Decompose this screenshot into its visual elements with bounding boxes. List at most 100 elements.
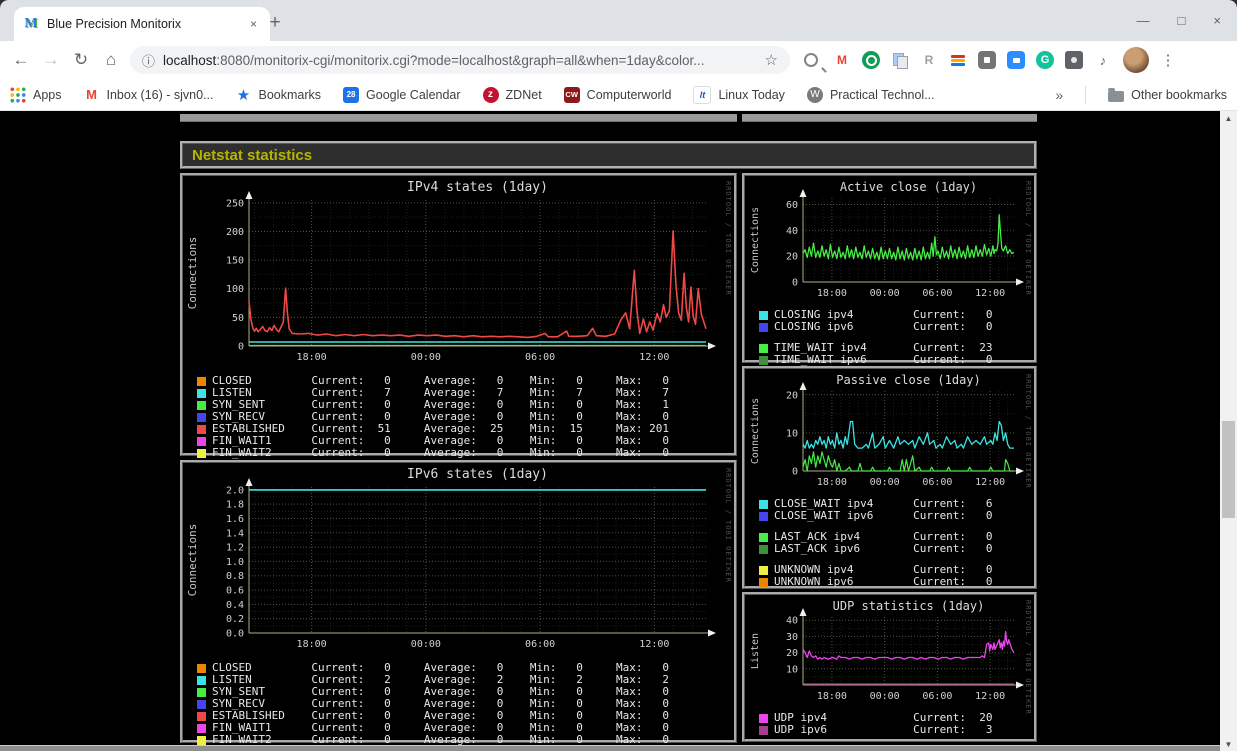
url-text[interactable]: localhost:8080/monitorix-cgi/monitorix.c… bbox=[163, 53, 757, 68]
legend-swatch bbox=[197, 675, 206, 685]
scroll-up-icon[interactable]: ▲ bbox=[1225, 114, 1233, 123]
rrdtool-watermark: RRDTOOL / TOBI OETIKER bbox=[724, 468, 732, 583]
legend-row: CLOSE_WAIT ipv6 Current: 0 bbox=[759, 510, 1034, 522]
grammarly-extension-icon[interactable]: G bbox=[1036, 51, 1054, 69]
browser-toolbar: ← → ↻ ⌂ ⓘ localhost:8080/monitorix-cgi/m… bbox=[0, 41, 1237, 79]
svg-text:0: 0 bbox=[792, 467, 798, 478]
search-extension-icon[interactable] bbox=[804, 51, 822, 69]
gmail-extension-icon[interactable]: M bbox=[833, 51, 851, 69]
library-extension-icon[interactable] bbox=[949, 51, 967, 69]
page-info-icon[interactable]: ⓘ bbox=[142, 51, 155, 70]
reader-extension-icon[interactable]: R bbox=[920, 51, 938, 69]
close-button[interactable]: × bbox=[1213, 13, 1221, 28]
chart-svg-ipv4: 0 50 100 150 200 250 18:00 00:00 06:00 12:00 IPv4 … bbox=[186, 180, 716, 363]
legend-swatch bbox=[197, 376, 206, 386]
next-section-box-edge bbox=[0, 745, 1220, 751]
minimize-button[interactable]: — bbox=[1137, 13, 1150, 28]
svg-text:Connections: Connections bbox=[750, 207, 761, 273]
chart-box-ipv4-states[interactable]: RRDTOOL / TOBI OETIKER 0 50 100 150 200 250 18… bbox=[180, 173, 737, 459]
bookmark-label: Practical Technol... bbox=[829, 87, 935, 102]
chart-legend: UDP ipv4 Current: 20 UDP ipv6 Current: 3 bbox=[747, 712, 1034, 736]
address-bar[interactable]: ⓘ localhost:8080/monitorix-cgi/monitorix… bbox=[130, 46, 790, 74]
scrollbar-thumb[interactable] bbox=[1222, 421, 1235, 518]
chart-svg-active: 0 20 40 60 18:00 00:00 06:00 12:00 Active close … bbox=[750, 180, 1024, 299]
svg-text:60: 60 bbox=[786, 200, 798, 211]
legend-swatch bbox=[197, 412, 206, 422]
series-last-ack-ipv4 bbox=[802, 451, 1014, 472]
browser-tab[interactable]: M Blue Precision Monitorix × bbox=[14, 7, 270, 41]
svg-text:12:00: 12:00 bbox=[975, 288, 1005, 299]
folder-icon bbox=[1108, 87, 1125, 102]
legend-swatch bbox=[197, 735, 206, 745]
bookmark-star-icon[interactable]: ☆ bbox=[765, 51, 778, 69]
new-tab-button[interactable]: + bbox=[262, 10, 288, 36]
linux-today-icon: lt bbox=[693, 85, 712, 104]
chart-canvas: 10 20 30 40 18:00 00:00 06:00 12:00 UDP statisti… bbox=[747, 597, 1034, 712]
bookmark-label: Google Calendar bbox=[366, 87, 461, 102]
star-icon: ★ bbox=[236, 86, 251, 104]
bookmark-zdnet[interactable]: z ZDNet bbox=[482, 86, 542, 103]
legend-text: CLOSE_WAIT ipv6 Current: 0 bbox=[774, 509, 993, 522]
svg-text:40: 40 bbox=[786, 226, 798, 237]
bookmark-bookmarks[interactable]: ★ Bookmarks bbox=[236, 86, 322, 104]
svg-text:1.0: 1.0 bbox=[226, 557, 244, 568]
legend-swatch bbox=[197, 400, 206, 410]
maximize-button[interactable]: □ bbox=[1178, 13, 1186, 28]
bookmark-linux-today[interactable]: lt Linux Today bbox=[693, 85, 785, 104]
series-close-wait-ipv4 bbox=[802, 420, 1014, 449]
home-button[interactable]: ⌂ bbox=[96, 45, 126, 75]
other-bookmarks[interactable]: Other bookmarks bbox=[1108, 87, 1227, 102]
chart-box-ipv6-states[interactable]: RRDTOOL / TOBI OETIKER 0.0 0.2 0.4 0.6 0.8 1.… bbox=[180, 460, 737, 746]
series-established bbox=[248, 230, 707, 339]
legend-swatch bbox=[759, 577, 768, 587]
svg-text:12:00: 12:00 bbox=[639, 639, 669, 650]
bookmark-apps[interactable]: Apps bbox=[10, 86, 62, 103]
bookmark-practical-technology[interactable]: W Practical Technol... bbox=[806, 86, 935, 103]
series-udp-ipv4 bbox=[802, 630, 1015, 660]
chart-legend: CLOSE_WAIT ipv4 Current: 6 CLOSE_WAIT ipv… bbox=[747, 498, 1034, 588]
previous-section-box-edge bbox=[742, 114, 1037, 122]
legend-row: UDP ipv6 Current: 3 bbox=[759, 724, 1034, 736]
svg-text:20: 20 bbox=[786, 252, 798, 263]
legend-swatch bbox=[759, 725, 768, 735]
playlist-extension-icon[interactable]: ♪ bbox=[1094, 51, 1112, 69]
pocket-extension-icon[interactable] bbox=[978, 51, 996, 69]
scroll-down-icon[interactable]: ▼ bbox=[1225, 740, 1233, 749]
reload-button[interactable]: ↻ bbox=[66, 45, 96, 75]
svg-text:18:00: 18:00 bbox=[817, 288, 847, 299]
svg-text:18:00: 18:00 bbox=[297, 352, 327, 363]
svg-text:18:00: 18:00 bbox=[817, 691, 847, 702]
svg-text:12:00: 12:00 bbox=[975, 477, 1005, 488]
zoom-extension-icon[interactable] bbox=[1007, 51, 1025, 69]
page-content: Netstat statistics RRDTOOL / TOBI OETIKE… bbox=[0, 111, 1237, 751]
svg-text:50: 50 bbox=[232, 313, 244, 324]
chart-canvas: 0.0 0.2 0.4 0.6 0.8 1.0 1.2 1.4 1.6 1.8 2.0 18:00 00… bbox=[185, 465, 734, 662]
voice-extension-icon[interactable] bbox=[862, 51, 880, 69]
chart-box-udp-statistics[interactable]: RRDTOOL / TOBI OETIKER 10 20 30 40 18:00 00:0… bbox=[742, 592, 1037, 742]
forward-button[interactable]: → bbox=[36, 45, 66, 75]
bookmark-google-calendar[interactable]: 28 Google Calendar bbox=[343, 86, 461, 103]
rrdtool-watermark: RRDTOOL / TOBI OETIKER bbox=[1024, 600, 1032, 715]
chart-box-active-close[interactable]: RRDTOOL / TOBI OETIKER 0 20 40 60 18:00 00:00… bbox=[742, 173, 1037, 366]
chart-box-passive-close[interactable]: RRDTOOL / TOBI OETIKER 0 10 20 18:00 00:00 06… bbox=[742, 366, 1037, 589]
bookmark-computerworld[interactable]: CW Computerworld bbox=[563, 86, 671, 103]
browser-menu-icon[interactable]: ⋮ bbox=[1160, 51, 1176, 69]
charts-right-column: RRDTOOL / TOBI OETIKER 0 20 40 60 18:00 00:00… bbox=[742, 173, 1037, 742]
svg-text:0.4: 0.4 bbox=[226, 600, 244, 611]
bookmarks-overflow-icon[interactable]: » bbox=[1055, 87, 1063, 103]
bookmarks-bar: Apps M Inbox (16) - sjvn0... ★ Bookmarks… bbox=[0, 79, 1237, 111]
svg-text:0.6: 0.6 bbox=[226, 586, 244, 597]
series-time-wait-ipv4 bbox=[802, 214, 1015, 261]
extensions-puzzle-icon[interactable] bbox=[1065, 51, 1083, 69]
bookmark-label: Bookmarks bbox=[258, 87, 322, 102]
legend-swatch bbox=[197, 687, 206, 697]
back-button[interactable]: ← bbox=[6, 45, 36, 75]
svg-text:Connections: Connections bbox=[186, 524, 199, 597]
rrdtool-watermark: RRDTOOL / TOBI OETIKER bbox=[1024, 181, 1032, 296]
tab-close-icon[interactable]: × bbox=[246, 15, 261, 33]
profile-avatar[interactable] bbox=[1123, 47, 1149, 73]
copy-docs-extension-icon[interactable] bbox=[891, 51, 909, 69]
legend-swatch bbox=[197, 723, 206, 733]
svg-text:18:00: 18:00 bbox=[297, 639, 327, 650]
bookmark-inbox[interactable]: M Inbox (16) - sjvn0... bbox=[84, 87, 213, 103]
